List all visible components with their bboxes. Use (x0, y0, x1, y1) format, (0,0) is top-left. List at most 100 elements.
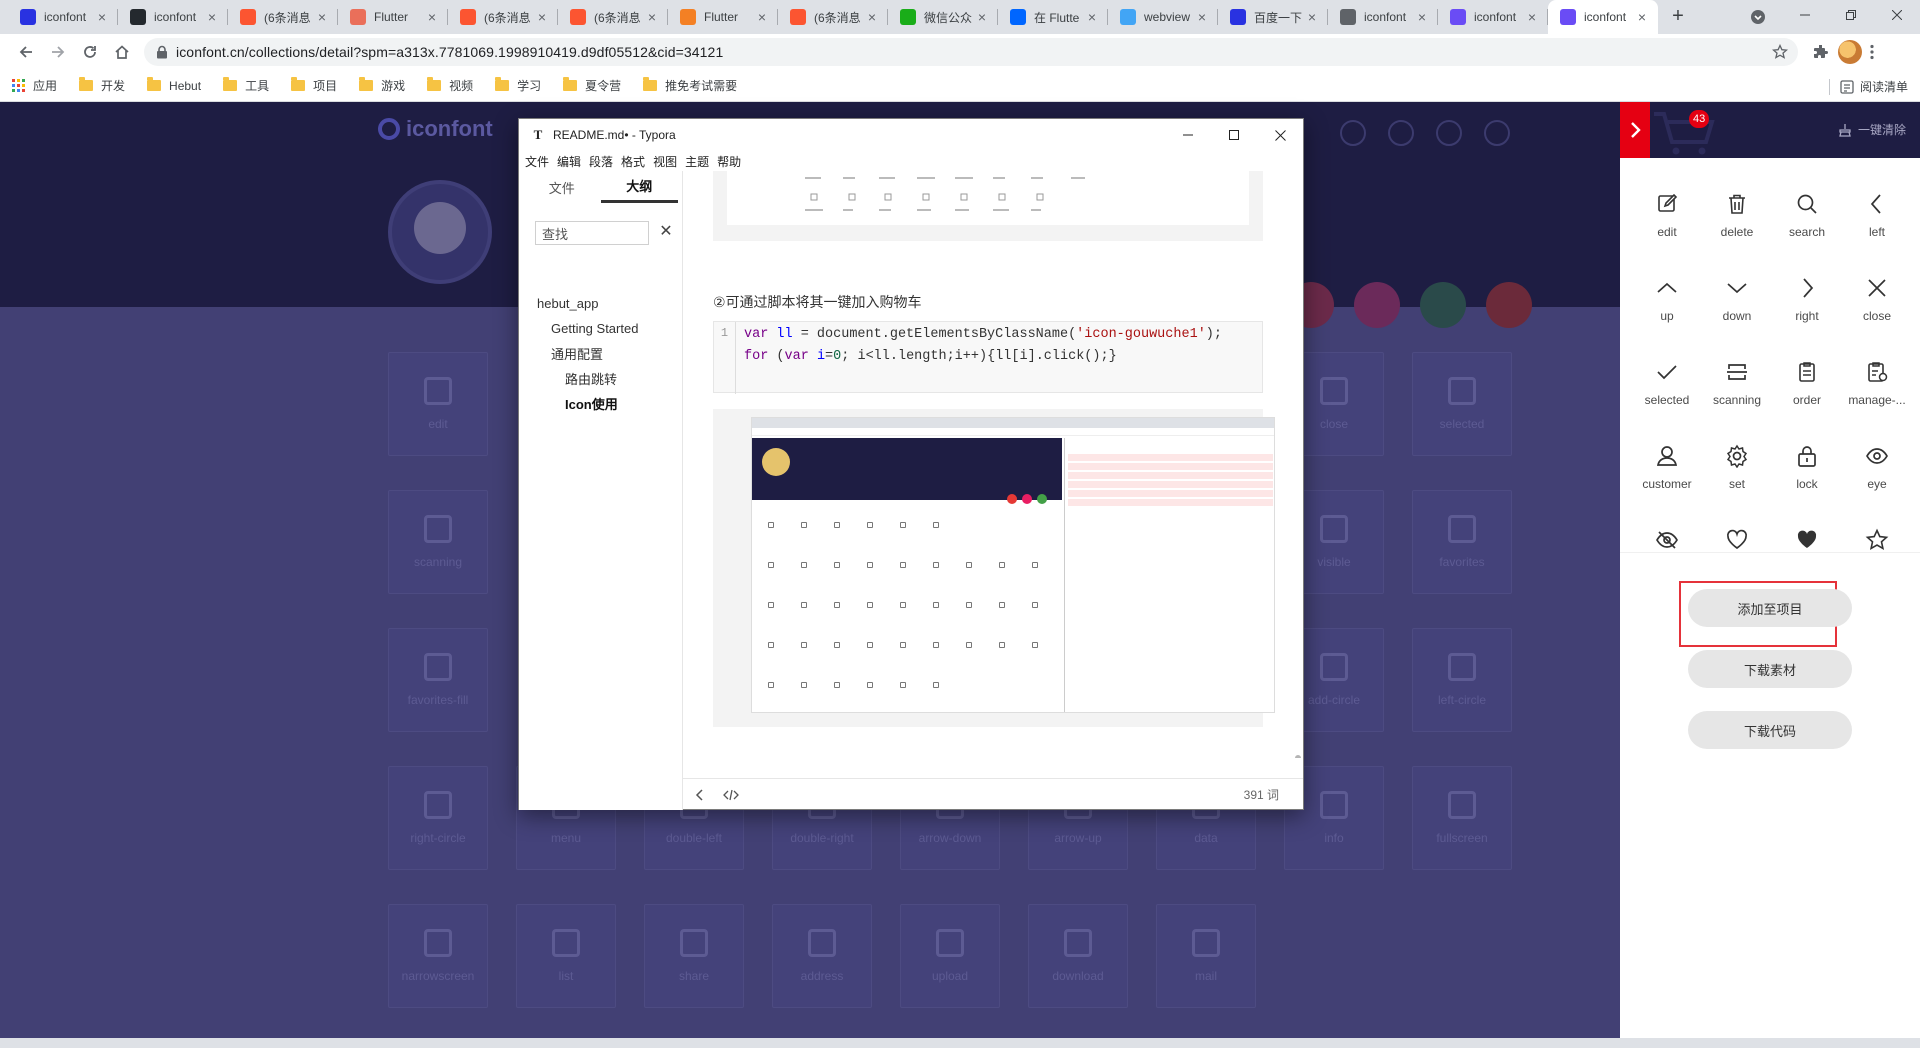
typora-menu-item[interactable]: 视图 (653, 153, 677, 170)
tab-close-icon[interactable]: × (534, 9, 550, 25)
cart-icon-item[interactable] (1702, 528, 1772, 552)
address-bar[interactable]: iconfont.cn/collections/detail?spm=a313x… (144, 38, 1798, 66)
tab-close-icon[interactable]: × (864, 9, 880, 25)
back-button[interactable] (10, 36, 42, 68)
tab-close-icon[interactable]: × (314, 9, 330, 25)
browser-tab[interactable]: iconfont × (1328, 0, 1438, 34)
tab-close-icon[interactable]: × (644, 9, 660, 25)
cart-icon-item[interactable] (1842, 528, 1912, 552)
new-tab-button[interactable]: + (1664, 3, 1692, 31)
cart-icon-item[interactable]: customer (1632, 444, 1702, 514)
outline-item[interactable]: 通用配置 (519, 341, 683, 366)
icon-card-download[interactable]: download (1028, 904, 1128, 1008)
source-code-icon[interactable] (723, 789, 739, 801)
icon-card-narrowscreen[interactable]: narrowscreen (388, 904, 488, 1008)
icon-card-address[interactable]: address (772, 904, 872, 1008)
cart-action-button[interactable] (1486, 282, 1532, 328)
outline-item[interactable]: Getting Started (519, 316, 683, 341)
bookmark-folder[interactable]: 推免考试需要 (643, 77, 737, 94)
icon-card-share[interactable]: share (644, 904, 744, 1008)
cart-collapse-button[interactable] (1620, 102, 1650, 158)
reading-list-button[interactable]: 阅读清单 (1828, 78, 1908, 95)
bookmark-folder[interactable]: 项目 (291, 77, 337, 94)
iconfont-logo[interactable]: iconfont (378, 116, 493, 142)
outline-item[interactable]: Icon使用 (519, 391, 683, 416)
outline-item[interactable]: hebut_app (519, 291, 683, 316)
bookmark-star-icon[interactable] (1772, 44, 1788, 60)
browser-tab[interactable]: iconfont × (1438, 0, 1548, 34)
cart-icon-item[interactable]: right (1772, 276, 1842, 346)
tab-close-icon[interactable]: × (1414, 9, 1430, 25)
code-content[interactable]: var ll = document.getElementsByClassName… (744, 324, 1254, 368)
cart-icon-item[interactable]: manage-... (1842, 360, 1912, 430)
tab-close-icon[interactable]: × (1084, 9, 1100, 25)
icon-card-left-circle[interactable]: left-circle (1412, 628, 1512, 732)
bookmark-folder[interactable]: Hebut (147, 77, 201, 93)
cart-icon-item[interactable]: selected (1632, 360, 1702, 430)
typora-close-button[interactable] (1257, 119, 1303, 151)
tab-close-icon[interactable]: × (974, 9, 990, 25)
outline-item[interactable]: 路由跳转 (519, 366, 683, 391)
url-text[interactable]: iconfont.cn/collections/detail?spm=a313x… (176, 44, 1772, 60)
icon-card-right-circle[interactable]: right-circle (388, 766, 488, 870)
outline-search-input[interactable]: 查找 (535, 221, 649, 245)
cart-icon-item[interactable] (1632, 528, 1702, 552)
bookmark-folder[interactable]: 游戏 (359, 77, 405, 94)
browser-tab[interactable]: 在 Flutte × (998, 0, 1108, 34)
browser-tab[interactable]: (6条消息 × (558, 0, 668, 34)
bookmark-folder[interactable]: 学习 (495, 77, 541, 94)
tab-outline[interactable]: 大纲 (600, 171, 678, 203)
code-block[interactable]: 1 var ll = document.getElementsByClassNa… (713, 321, 1263, 394)
browser-tab[interactable]: (6条消息 × (228, 0, 338, 34)
cart-icon-item[interactable]: search (1772, 192, 1842, 262)
browser-tab[interactable]: iconfont × (118, 0, 228, 34)
upload-icon[interactable] (1388, 120, 1414, 146)
icon-card-selected[interactable]: selected (1412, 352, 1512, 456)
close-window-button[interactable] (1874, 0, 1920, 30)
cart-icon-item[interactable]: down (1702, 276, 1772, 346)
cart-icon-item[interactable]: eye (1842, 444, 1912, 514)
browser-tab[interactable]: Flutter × (668, 0, 778, 34)
profile-avatar[interactable] (1838, 40, 1862, 64)
cart-icon-item[interactable]: order (1772, 360, 1842, 430)
tab-search-button[interactable] (1746, 5, 1770, 29)
typora-menu-item[interactable]: 主题 (685, 153, 709, 170)
cart-icon-item[interactable]: close (1842, 276, 1912, 346)
home-button[interactable] (106, 36, 138, 68)
share-action-button[interactable] (1420, 282, 1466, 328)
tab-close-icon[interactable]: × (1304, 9, 1320, 25)
cart-icon-item[interactable]: set (1702, 444, 1772, 514)
browser-tab[interactable]: (6条消息 × (448, 0, 558, 34)
reload-button[interactable] (74, 36, 106, 68)
cart-icon-item[interactable]: scanning (1702, 360, 1772, 430)
kebab-menu-icon[interactable] (1870, 44, 1874, 60)
cart-icon-item[interactable] (1772, 528, 1842, 552)
icon-card-mail[interactable]: mail (1156, 904, 1256, 1008)
page-cart-icon[interactable] (1484, 120, 1510, 146)
icon-card-edit[interactable]: edit (388, 352, 488, 456)
browser-tab[interactable]: Flutter × (338, 0, 448, 34)
tab-close-icon[interactable]: × (94, 9, 110, 25)
typora-menu-item[interactable]: 文件 (525, 153, 549, 170)
typora-editor[interactable]: ②可通过脚本将其一键加入购物车 1 var ll = document.getE… (683, 171, 1303, 758)
typora-menu-item[interactable]: 帮助 (717, 153, 741, 170)
browser-tab[interactable]: 微信公众 × (888, 0, 998, 34)
tab-close-icon[interactable]: × (424, 9, 440, 25)
minimize-button[interactable] (1782, 0, 1828, 30)
favorite-action-button[interactable] (1354, 282, 1400, 328)
icon-card-favorites[interactable]: favorites (1412, 490, 1512, 594)
icon-card-upload[interactable]: upload (900, 904, 1000, 1008)
download-assets-button[interactable]: 下载素材 (1688, 650, 1852, 688)
clear-cart-button[interactable]: 一键清除 (1838, 121, 1906, 138)
cart-icon-item[interactable]: lock (1772, 444, 1842, 514)
icon-card-fullscreen[interactable]: fullscreen (1412, 766, 1512, 870)
icon-card-list[interactable]: list (516, 904, 616, 1008)
tab-close-icon[interactable]: × (754, 9, 770, 25)
tab-close-icon[interactable]: × (1194, 9, 1210, 25)
download-code-button[interactable]: 下载代码 (1688, 711, 1852, 749)
bookmark-folder[interactable]: 工具 (223, 77, 269, 94)
tab-close-icon[interactable]: × (1524, 9, 1540, 25)
chevron-left-icon[interactable] (695, 788, 705, 801)
typora-minimize-button[interactable] (1165, 119, 1211, 151)
browser-tab[interactable]: iconfont × (1548, 0, 1658, 34)
